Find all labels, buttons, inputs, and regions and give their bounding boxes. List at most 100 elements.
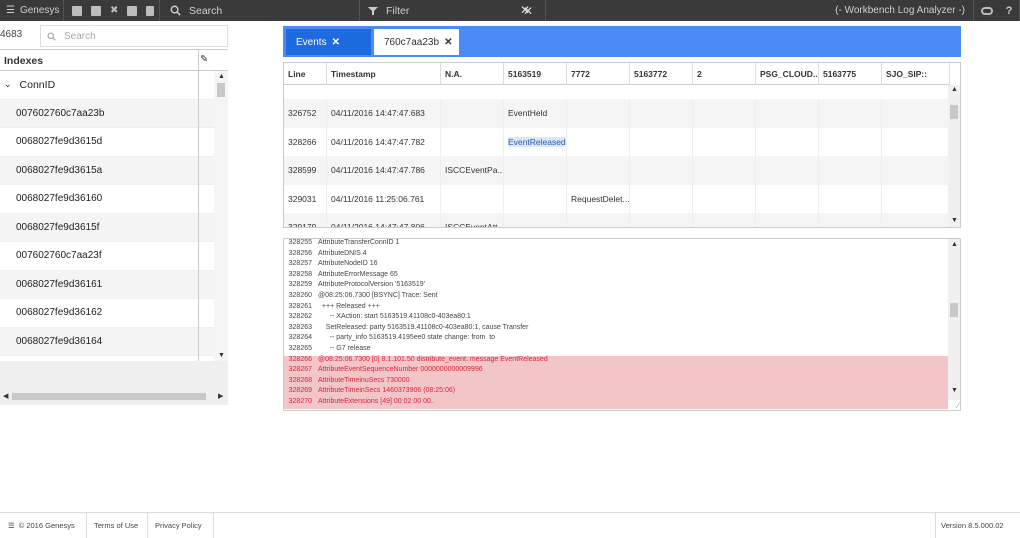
scroll-right-icon[interactable]: ▶ xyxy=(218,392,223,400)
table-cell xyxy=(693,156,756,185)
log-line: 328259 AttributeProtocolVersion '5163519' xyxy=(284,281,948,292)
index-item[interactable]: 0068027fe9d36160 xyxy=(0,185,214,214)
log-line-number: 328264 xyxy=(288,334,312,342)
tree-group-connid[interactable]: ⌄ ConnID xyxy=(0,71,214,100)
log-vertical-scrollbar[interactable]: ▲ ▼ xyxy=(948,239,960,400)
log-line-number: 328266 xyxy=(288,355,312,363)
help-icon[interactable]: ? xyxy=(1006,5,1013,17)
scroll-down-icon[interactable]: ▼ xyxy=(951,217,958,224)
table-cell xyxy=(504,156,567,185)
column-header[interactable]: Timestamp xyxy=(327,63,441,85)
tab-label: 760c7aa23b xyxy=(384,36,440,48)
log-line: 328270 AttributeExtensions [49] 00 02 00 … xyxy=(284,398,948,409)
index-item[interactable]: 0068027fe9d3615f xyxy=(0,213,214,242)
index-search-input[interactable]: Search xyxy=(40,25,228,47)
scissors-icon[interactable]: ✖ xyxy=(110,5,118,16)
index-item[interactable]: 0068027fe9d36161 xyxy=(0,270,214,299)
index-vertical-scrollbar[interactable]: ▲ ▼ xyxy=(214,71,228,361)
index-item[interactable]: 0068027fe9d36162 xyxy=(0,299,214,328)
table-cell: 04/11/2016 14:47:47.786 xyxy=(327,156,441,185)
log-line-number: 328270 xyxy=(288,398,312,405)
log-line: 328266 @08:25:06.7300 [0] 8.1.101.50 dist… xyxy=(284,355,948,367)
scroll-left-icon[interactable]: ◀ xyxy=(3,392,8,400)
index-item[interactable]: 0068027fe9d36164 xyxy=(0,327,214,356)
index-item[interactable]: 007602760c7aa23f xyxy=(0,242,214,271)
scroll-down-icon[interactable]: ▼ xyxy=(218,352,225,359)
log-line: 328261 +++ Released +++ xyxy=(284,303,948,314)
table-row[interactable]: 329179 04/11/2016 14:47:47.806 ISCCEventAt… xyxy=(284,213,950,227)
footer-copyright: ☰ © 2016 Genesys xyxy=(8,521,75,530)
table-cell xyxy=(819,213,882,227)
filter-box[interactable]: Filter ✕ xyxy=(360,0,546,21)
table-cell: 328599 xyxy=(284,156,327,185)
table-cell: RequestDelet... xyxy=(567,184,630,214)
index-item[interactable]: 0068027fe9d3615a xyxy=(0,156,214,185)
table-cell: 329179 xyxy=(284,213,327,227)
brand-label: Genesys xyxy=(19,5,60,16)
trash-icon[interactable] xyxy=(146,5,155,16)
log-line-number: 328256 xyxy=(288,249,312,257)
log-line: 328268 AttributeTimeinuSecs 730000 xyxy=(284,376,948,388)
search-icon xyxy=(47,31,56,41)
table-cell xyxy=(882,156,950,185)
index-item[interactable]: 007602760c7aa23b xyxy=(0,99,214,128)
tab-events[interactable]: Events ✕ xyxy=(286,29,371,55)
left-search-row: 4683 Search xyxy=(0,25,228,47)
log-line-text: AttributeErrorMessage 65 xyxy=(318,270,398,278)
table-cell: 328266 xyxy=(284,127,327,157)
table-row[interactable]: 328266 04/11/2016 14:47:47.782 EventReleas… xyxy=(284,127,950,157)
scroll-down-icon[interactable]: ▼ xyxy=(951,387,958,394)
table-cell xyxy=(756,184,819,214)
table-cell xyxy=(567,156,630,185)
resize-handle-icon[interactable]: ∕ xyxy=(958,401,959,410)
scroll-up-icon[interactable]: ▲ xyxy=(218,73,225,80)
tab-connid[interactable]: 760c7aa23b ✕ xyxy=(374,29,459,55)
app-title-label: (- Workbench Log Analyzer -) xyxy=(835,5,965,16)
table-row[interactable]: 326752 04/11/2016 14:47:47.683 EventHeld xyxy=(284,99,950,128)
search-icon xyxy=(170,5,181,16)
table-cell: 04/11/2016 11:25:06.761 xyxy=(327,184,441,214)
terms-link[interactable]: Terms of Use xyxy=(94,513,138,538)
log-line-number: 328261 xyxy=(288,302,312,310)
column-header[interactable]: PSG_CLOUD... xyxy=(756,63,819,85)
chevron-down-icon[interactable]: ⌄ xyxy=(4,79,12,90)
mail-icon[interactable] xyxy=(127,5,138,16)
log-line: 328269 AttributeTimeinSecs 1460373906 (08… xyxy=(284,387,948,398)
table-cell: 326752 xyxy=(284,99,327,128)
new-file-icon[interactable] xyxy=(72,5,82,16)
column-header[interactable]: 5163772 xyxy=(630,63,693,85)
table-cell xyxy=(882,213,950,227)
toggle-icon[interactable] xyxy=(980,6,993,15)
table-row[interactable]: 329031 04/11/2016 11:25:06.761 RequestDele… xyxy=(284,184,950,214)
table-cell xyxy=(693,184,756,214)
scroll-up-icon[interactable]: ▲ xyxy=(951,86,958,93)
index-item[interactable]: 0068027fe9d3615d xyxy=(0,128,214,157)
table-cell xyxy=(693,99,756,128)
log-line-text: AttributeExtensions [49] 00 02 00 00.. xyxy=(318,398,435,405)
close-tab-icon[interactable]: ✕ xyxy=(444,37,452,48)
folder-icon[interactable] xyxy=(91,5,101,16)
column-header[interactable]: 7772 xyxy=(567,63,630,85)
column-header[interactable]: Line xyxy=(284,63,327,85)
column-header[interactable]: N.A. xyxy=(441,63,504,85)
table-cell xyxy=(567,127,630,157)
table-cell xyxy=(504,213,567,227)
column-header[interactable]: 5163775 xyxy=(819,63,882,85)
scroll-up-icon[interactable]: ▲ xyxy=(951,241,958,248)
table-cell xyxy=(882,99,950,128)
log-line-text: AttributeTimeinSecs 1460373906 (08:25:06… xyxy=(318,387,456,395)
log-line-number: 328267 xyxy=(288,366,312,374)
search-box[interactable]: Search xyxy=(160,0,360,21)
privacy-link[interactable]: Privacy Policy xyxy=(155,513,202,538)
edit-icon[interactable]: ✎ xyxy=(200,54,208,65)
column-header[interactable]: 2 xyxy=(693,63,756,85)
table-row[interactable]: 328599 04/11/2016 14:47:47.786 ISCCEventPa… xyxy=(284,156,950,185)
table-cell xyxy=(441,127,504,157)
column-header[interactable]: SJO_SIP:: xyxy=(882,63,950,85)
close-tab-icon[interactable]: ✕ xyxy=(332,37,340,48)
table-cell xyxy=(756,156,819,185)
column-header[interactable]: 5163519 xyxy=(504,63,567,85)
log-line-text: -- XAction: start 5163519.41108c0-403ea8… xyxy=(318,313,471,321)
log-line-number: 328260 xyxy=(288,292,312,299)
index-horizontal-scrollbar[interactable]: ◀ ▶ xyxy=(0,361,228,405)
